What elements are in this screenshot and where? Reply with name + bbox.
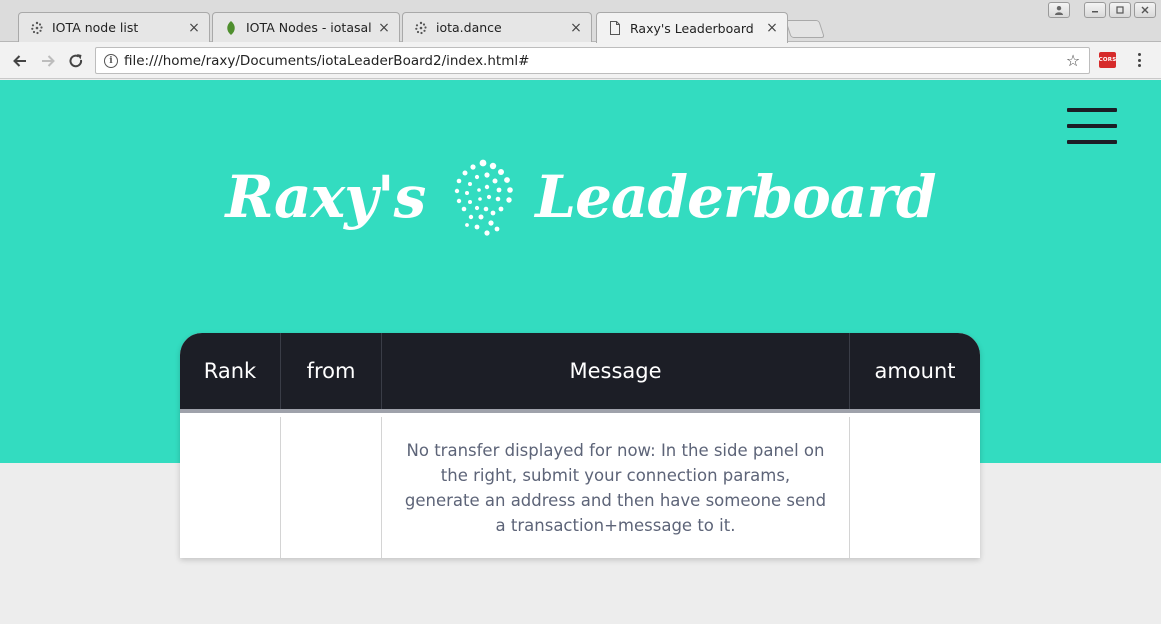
- column-header-from: from: [281, 333, 382, 409]
- bookmark-star-icon[interactable]: ☆: [1063, 51, 1083, 70]
- info-icon[interactable]: i: [104, 53, 118, 68]
- title-right-text: Leaderboard: [535, 163, 936, 231]
- column-header-amount: amount: [874, 359, 956, 383]
- reload-button[interactable]: [65, 50, 87, 72]
- page-icon: [607, 20, 623, 36]
- tab-label: IOTA node list: [52, 20, 139, 35]
- tab-label: IOTA Nodes - iotasalad: [246, 20, 371, 35]
- minimize-button[interactable]: [1084, 2, 1106, 18]
- close-window-button[interactable]: [1134, 2, 1156, 18]
- column-header-message: Message: [382, 333, 850, 409]
- cors-extension-icon[interactable]: CORS: [1099, 52, 1116, 68]
- hamburger-menu-icon[interactable]: [1067, 108, 1117, 144]
- tab-iota-dance[interactable]: iota.dance ×: [402, 12, 592, 42]
- tab-raxys-leaderboard[interactable]: Raxy's Leaderboard ×: [596, 12, 788, 43]
- address-bar[interactable]: i file:///home/raxy/Documents/iotaLeader…: [95, 47, 1090, 74]
- table-row: No transfer displayed for now: In the si…: [180, 417, 980, 558]
- leaf-icon: [223, 20, 239, 36]
- browser-toolbar: i file:///home/raxy/Documents/iotaLeader…: [0, 42, 1161, 79]
- page-title: Raxy's Leaderboard: [0, 152, 1161, 242]
- tab-strip: IOTA node list × IOTA Nodes - iotasalad …: [0, 0, 1161, 43]
- arrow-left-icon: [13, 55, 26, 67]
- back-button[interactable]: [9, 50, 31, 72]
- reload-icon: [69, 54, 83, 68]
- message-cell: No transfer displayed for now: In the si…: [382, 417, 850, 558]
- close-icon[interactable]: ×: [569, 21, 583, 35]
- leaderboard-table: Rank from Message amount No transfer dis…: [180, 333, 980, 558]
- amount-cell: [850, 417, 980, 558]
- maximize-button[interactable]: [1109, 2, 1131, 18]
- from-cell: [281, 417, 382, 558]
- forward-button[interactable]: [37, 50, 59, 72]
- column-header-rank: Rank: [180, 333, 281, 409]
- arrow-right-icon: [42, 55, 55, 67]
- close-icon[interactable]: ×: [187, 21, 201, 35]
- close-icon[interactable]: ×: [377, 21, 391, 35]
- page-viewport: Raxy's Leaderboard Rank from Message amo…: [0, 80, 1161, 624]
- table-header: Rank from Message amount: [180, 333, 980, 413]
- empty-state-message: No transfer displayed for now: In the si…: [404, 440, 827, 535]
- tab-iota-nodes[interactable]: IOTA Nodes - iotasalad ×: [212, 12, 400, 42]
- title-left-text: Raxy's: [225, 163, 426, 231]
- iota-icon: [29, 20, 45, 36]
- url-text[interactable]: file:///home/raxy/Documents/iotaLeaderBo…: [124, 53, 1063, 69]
- iota-icon: [413, 20, 429, 36]
- rank-cell: [180, 417, 281, 558]
- tab-label: iota.dance: [436, 20, 502, 35]
- iota-logo-icon: [455, 159, 514, 236]
- new-tab-button[interactable]: [785, 20, 825, 38]
- close-icon[interactable]: ×: [765, 21, 779, 35]
- browser-menu-icon[interactable]: [1132, 51, 1146, 69]
- profile-button[interactable]: [1048, 2, 1070, 18]
- tab-label: Raxy's Leaderboard: [630, 20, 754, 36]
- tab-iota-node-list[interactable]: IOTA node list ×: [18, 12, 210, 42]
